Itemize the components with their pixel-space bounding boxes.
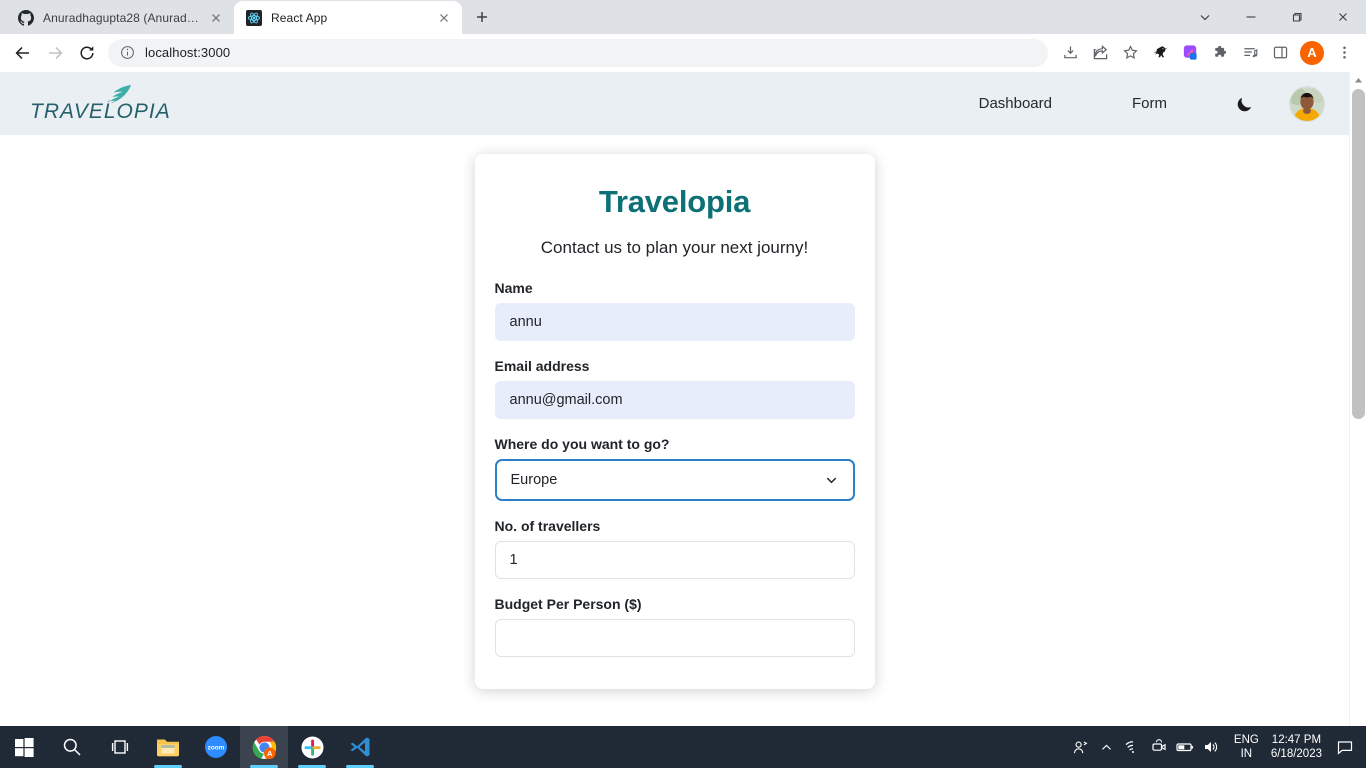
star-icon[interactable] xyxy=(1116,39,1144,67)
site-header: TRAVELOPIA Dashboard Form xyxy=(0,72,1349,135)
github-icon xyxy=(18,9,34,26)
address-bar-url: localhost:3000 xyxy=(145,45,231,60)
field-travellers: No. of travellers 1 xyxy=(494,518,855,579)
field-label-travellers: No. of travellers xyxy=(494,518,601,534)
system-tray: ENG IN 12:47 PM 6/18/2023 xyxy=(1068,726,1366,768)
close-icon[interactable] xyxy=(1320,1,1366,33)
camera-icon[interactable] xyxy=(1146,726,1172,768)
forward-arrow-icon xyxy=(40,38,70,68)
people-icon[interactable] xyxy=(1068,726,1094,768)
toolbar-actions: A xyxy=(1056,39,1358,67)
destination-select-wrap: Europe xyxy=(494,459,855,501)
name-input[interactable]: annu xyxy=(494,303,855,341)
web-page: TRAVELOPIA Dashboard Form Travelopia Con… xyxy=(0,72,1349,726)
destination-select[interactable]: Europe xyxy=(494,459,855,501)
svg-text:zoom: zoom xyxy=(208,745,225,752)
email-input[interactable]: annu@gmail.com xyxy=(494,381,855,419)
back-arrow-icon[interactable] xyxy=(8,38,38,68)
close-icon[interactable] xyxy=(436,10,452,26)
field-destination: Where do you want to go? Europe xyxy=(494,436,855,501)
reload-icon[interactable] xyxy=(72,38,102,68)
browser-tab-github[interactable]: Anuradhagupta28 (Anuradha) xyxy=(6,1,234,34)
react-icon xyxy=(246,9,262,26)
field-label-budget: Budget Per Person ($) xyxy=(494,596,642,612)
clock-time: 12:47 PM xyxy=(1271,734,1322,746)
travellers-input[interactable]: 1 xyxy=(494,541,855,579)
volume-icon[interactable] xyxy=(1198,726,1224,768)
windows-taskbar: zoom A ENG IN 12:47 PM 6/18/2023 xyxy=(0,726,1366,768)
chevron-down-icon[interactable] xyxy=(824,473,839,488)
field-label-destination: Where do you want to go? xyxy=(494,436,670,452)
field-label-email: Email address xyxy=(494,358,590,374)
tab-title: React App xyxy=(271,10,328,25)
scrollbar-thumb[interactable] xyxy=(1352,89,1365,419)
nav-link-dashboard[interactable]: Dashboard xyxy=(939,95,1092,112)
field-label-name: Name xyxy=(494,280,533,296)
minimize-icon[interactable] xyxy=(1228,1,1274,33)
site-logo[interactable]: TRAVELOPIA xyxy=(30,85,171,122)
taskbar-apps: zoom A xyxy=(0,726,384,768)
field-name: Name annu xyxy=(494,280,855,341)
taskbar-slack[interactable] xyxy=(288,726,336,768)
notification-icon[interactable] xyxy=(1328,726,1362,768)
browser-toolbar: localhost:3000 A xyxy=(0,34,1366,72)
taskbar-file-explorer[interactable] xyxy=(144,726,192,768)
taskbar-start-button[interactable] xyxy=(0,726,48,768)
nav-link-form[interactable]: Form xyxy=(1092,95,1207,112)
extension-dino-icon[interactable] xyxy=(1146,39,1174,67)
form-section: Travelopia Contact us to plan your next … xyxy=(0,135,1349,689)
taskbar-vscode[interactable] xyxy=(336,726,384,768)
taskbar-chrome[interactable]: A xyxy=(240,726,288,768)
svg-text:A: A xyxy=(267,749,273,758)
browser-window: Anuradhagupta28 (Anuradha) React App loc… xyxy=(0,0,1366,726)
info-circle-icon[interactable] xyxy=(120,45,135,60)
battery-icon[interactable] xyxy=(1172,726,1198,768)
clock[interactable]: 12:47 PM 6/18/2023 xyxy=(1267,733,1328,761)
wifi-icon[interactable] xyxy=(1120,726,1146,768)
scroll-up-arrow-icon[interactable] xyxy=(1350,72,1366,89)
site-logo-text: TRAVELOPIA xyxy=(30,100,171,123)
window-controls xyxy=(1182,0,1366,34)
puzzle-piece-icon[interactable] xyxy=(1206,39,1234,67)
contact-form-card: Travelopia Contact us to plan your next … xyxy=(474,154,875,689)
budget-input[interactable] xyxy=(494,619,855,657)
install-icon[interactable] xyxy=(1056,39,1084,67)
page-scrollbar[interactable] xyxy=(1349,72,1366,726)
browser-tab-react-app[interactable]: React App xyxy=(234,1,462,34)
avatar[interactable] xyxy=(1289,85,1325,122)
chevron-up-icon[interactable] xyxy=(1094,726,1120,768)
field-budget: Budget Per Person ($) xyxy=(494,596,855,657)
page-viewport: TRAVELOPIA Dashboard Form Travelopia Con… xyxy=(0,72,1366,726)
taskbar-task-view-button[interactable] xyxy=(96,726,144,768)
dark-mode-toggle[interactable] xyxy=(1207,94,1289,114)
field-email: Email address annu@gmail.com xyxy=(494,358,855,419)
language-line-1: ENG xyxy=(1233,734,1259,746)
taskbar-zoom[interactable]: zoom xyxy=(192,726,240,768)
extension-purple-icon[interactable] xyxy=(1176,39,1204,67)
profile-avatar[interactable]: A xyxy=(1300,40,1324,65)
share-icon[interactable] xyxy=(1086,39,1114,67)
language-line-2: IN xyxy=(1240,748,1253,760)
tab-strip: Anuradhagupta28 (Anuradha) React App xyxy=(0,0,1366,34)
side-panel-icon[interactable] xyxy=(1266,39,1294,67)
maximize-icon[interactable] xyxy=(1274,1,1320,33)
taskbar-search-button[interactable] xyxy=(48,726,96,768)
form-title: Travelopia xyxy=(598,184,751,219)
new-tab-button[interactable] xyxy=(468,3,496,31)
kebab-menu-icon[interactable] xyxy=(1330,39,1358,67)
address-bar[interactable]: localhost:3000 xyxy=(108,38,1048,67)
close-icon[interactable] xyxy=(208,10,224,26)
reading-list-icon[interactable] xyxy=(1236,39,1264,67)
tab-search-icon[interactable] xyxy=(1182,1,1228,33)
language-indicator[interactable]: ENG IN xyxy=(1224,733,1267,761)
form-subtitle: Contact us to plan your next journy! xyxy=(540,238,809,257)
clock-date: 6/18/2023 xyxy=(1270,748,1322,760)
site-nav: Dashboard Form xyxy=(939,85,1325,122)
tab-title: Anuradhagupta28 (Anuradha) xyxy=(43,10,200,25)
